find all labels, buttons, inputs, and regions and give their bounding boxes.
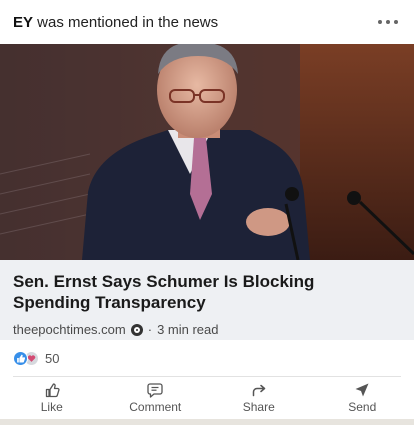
reaction-count: 50 [45, 350, 60, 366]
article-photo[interactable] [0, 44, 414, 260]
meta-separator: · [147, 322, 153, 337]
feed-separator [0, 419, 414, 425]
send-label: Send [348, 400, 377, 414]
send-icon [355, 383, 369, 397]
article-read-time: 3 min read [157, 322, 219, 337]
verified-icon [130, 323, 143, 336]
more-dot-icon [378, 20, 382, 24]
comment-label: Comment [129, 400, 182, 414]
company-name[interactable]: EY [13, 14, 33, 31]
article-title[interactable]: Sen. Ernst Says Schumer Is Blocking Spen… [13, 271, 353, 313]
comment-icon [147, 383, 163, 398]
header-text: EY was mentioned in the news [13, 14, 218, 31]
share-label: Share [242, 400, 275, 414]
post-header: EY was mentioned in the news [0, 0, 414, 44]
article-meta: theepochtimes.com · 3 min read [13, 322, 400, 337]
more-dot-icon [394, 20, 398, 24]
comment-button[interactable]: Comment [104, 378, 208, 418]
article-photo-image [0, 44, 414, 260]
like-button[interactable]: Like [0, 378, 104, 418]
like-label: Like [40, 400, 63, 414]
send-button[interactable]: Send [311, 378, 414, 418]
actions-divider [13, 376, 401, 377]
share-button[interactable]: Share [207, 378, 311, 418]
article-preview-card[interactable]: Sen. Ernst Says Schumer Is Blocking Spen… [0, 260, 414, 340]
share-arrow-icon [252, 384, 265, 397]
more-dot-icon [386, 20, 390, 24]
article-source: theepochtimes.com [13, 322, 126, 337]
thumbs-up-icon [45, 383, 60, 398]
like-reaction-icon [13, 350, 28, 366]
post-actions-bar: Like Comment Share Send [0, 378, 414, 418]
header-message: was mentioned in the news [33, 13, 219, 31]
more-options-button[interactable] [376, 12, 400, 32]
reactions-summary[interactable]: 50 [13, 348, 59, 368]
